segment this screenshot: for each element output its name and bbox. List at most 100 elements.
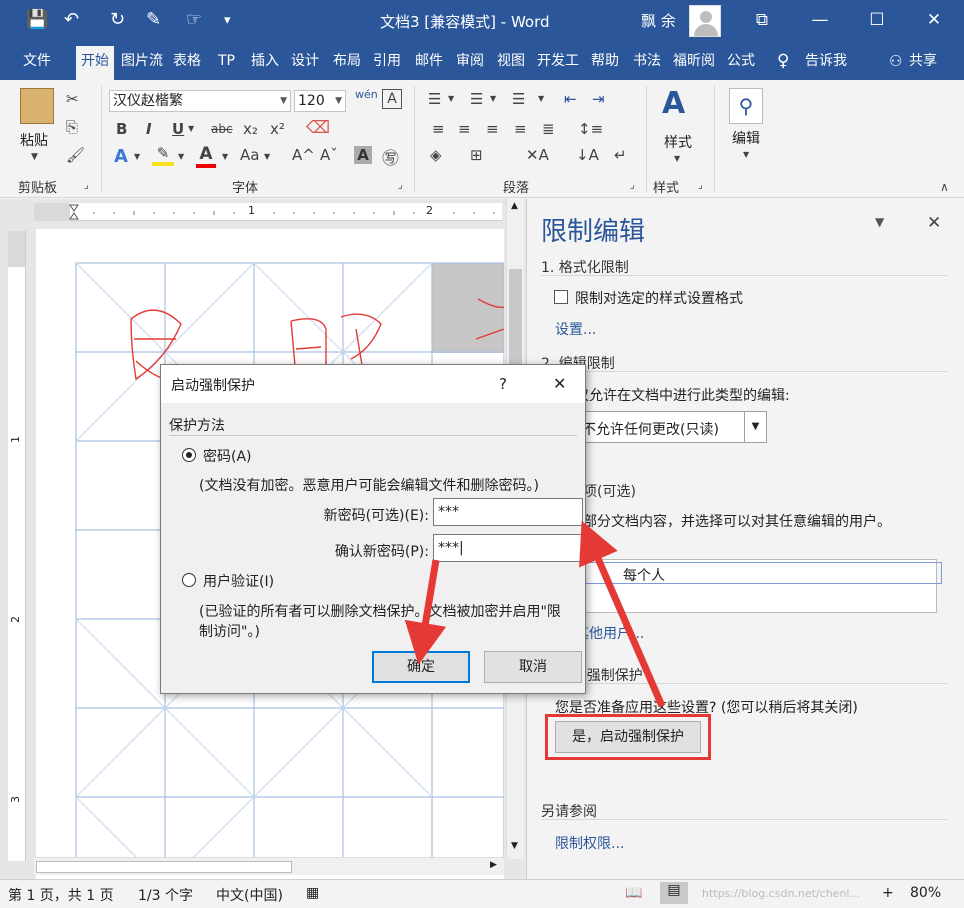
decrease-indent-icon[interactable]: ⇤ [564,90,577,108]
new-password-field[interactable]: *** [433,498,583,526]
tab-home[interactable]: 开始 [76,46,114,80]
vertical-ruler[interactable]: 1 2 3 [8,231,26,861]
ok-button[interactable]: 确定 [372,651,470,683]
tab-mailings[interactable]: 邮件 [410,50,448,80]
edit-type-select[interactable]: 不允许任何更改(只读) ▼ [575,411,767,443]
tab-picture-flow[interactable]: 图片流 [116,50,168,80]
pane-options-icon[interactable]: ▼ [875,215,884,229]
find-icon[interactable]: ⚲ [729,88,763,124]
superscript-button[interactable]: x² [270,120,285,138]
tab-layout[interactable]: 布局 [328,50,366,80]
borders-icon[interactable]: ⊞ [470,146,483,164]
format-restrict-label[interactable]: 限制对选定的样式设置格式 [575,288,743,308]
help-button[interactable]: ? [499,375,507,393]
show-marks-icon[interactable]: ↵ [614,146,627,164]
align-left-icon[interactable]: ≡ [432,120,445,138]
user-auth-radio-label[interactable]: 用户验证(I) [203,571,274,591]
font-launcher-icon[interactable]: ⌟ [398,180,403,191]
cut-icon[interactable]: ✂ [66,90,79,108]
multilevel-dropdown-icon[interactable]: ▼ [538,94,544,103]
line-spacing-icon[interactable]: ↕≡ [578,120,603,138]
format-restrict-checkbox[interactable] [554,290,568,304]
highlight-dropdown-icon[interactable]: ▼ [178,152,184,161]
numbering-dropdown-icon[interactable]: ▼ [490,94,496,103]
confirm-password-field[interactable]: ***| [433,534,583,562]
paste-icon[interactable] [20,88,54,124]
dialog-close-button[interactable]: ✕ [553,374,566,393]
enclose-chars-icon[interactable]: ㊢ [382,144,399,169]
tab-tp[interactable]: TP [213,50,240,80]
avatar[interactable] [689,5,721,37]
clear-formatting-icon[interactable]: ⌫ [306,118,330,138]
distributed-icon[interactable]: ≣ [542,120,555,138]
font-color-icon[interactable]: A [196,144,216,168]
horizontal-scrollbar[interactable]: ▶ [34,857,504,875]
bold-button[interactable]: B [116,120,127,138]
format-painter-qa-icon[interactable]: ✎ [146,9,161,30]
everyone-row[interactable]: 每个人 [582,562,942,584]
scroll-up-icon[interactable]: ▲ [511,201,518,211]
change-case-icon[interactable]: Aa [240,146,259,164]
highlight-icon[interactable]: ✎ [152,144,174,166]
align-center-icon[interactable]: ≡ [458,120,471,138]
tab-equation[interactable]: 公式 [722,50,760,80]
text-effects-icon[interactable]: A [114,146,128,167]
font-size-select[interactable]: 120 ▼ [294,90,346,112]
copy-icon[interactable]: ⎘ [66,118,78,136]
collapse-ribbon-icon[interactable]: ∧ [940,180,949,194]
read-mode-icon[interactable]: 📖 [625,885,642,901]
char-border-icon[interactable]: A [382,89,402,109]
sort-icon[interactable]: ↓A [576,146,599,164]
font-color-dropdown-icon[interactable]: ▼ [222,152,228,161]
tab-view[interactable]: 视图 [492,50,530,80]
shrink-font-icon[interactable]: Aˇ [320,146,338,164]
numbering-icon[interactable]: ☰ [470,90,483,108]
customize-qa-icon[interactable]: ▾ [224,13,231,28]
format-painter-icon[interactable]: 🖌 [66,146,85,164]
tab-foxit[interactable]: 福昕阅 [668,50,720,80]
lightbulb-icon[interactable]: ♀ [772,50,794,80]
justify-icon[interactable]: ≡ [514,120,527,138]
close-button[interactable]: ✕ [922,8,946,32]
editing-dropdown-icon[interactable]: ▼ [743,150,749,159]
paste-button[interactable]: 粘贴 [20,130,48,150]
page-count[interactable]: 第 1 页，共 1 页 [8,885,114,905]
tab-design[interactable]: 设计 [286,50,324,80]
restrict-permission-link[interactable]: 限制权限... [555,833,624,853]
tab-table[interactable]: 表格 [168,50,206,80]
macro-record-icon[interactable]: ▦ [306,885,319,901]
ribbon-display-icon[interactable]: ⧉ [750,8,774,32]
chinese-layout-icon[interactable]: ✕A [526,146,549,164]
pane-close-icon[interactable]: ✕ [927,213,941,233]
horizontal-ruler[interactable]: 1 2 [34,203,502,221]
zoom-in-icon[interactable]: + [882,885,894,901]
multilevel-list-icon[interactable]: ☰ [512,90,525,108]
user-name[interactable]: 飘 余 [641,10,676,31]
zoom-level[interactable]: 80% [910,885,941,901]
language-status[interactable]: 中文(中国) [216,885,283,905]
tab-calligraphy[interactable]: 书法 [628,50,666,80]
word-count[interactable]: 1/3 个字 [138,885,193,905]
redo-icon[interactable]: ↻ [110,9,125,30]
italic-button[interactable]: I [146,120,152,138]
styles-dropdown-icon[interactable]: ▼ [674,154,680,163]
minimize-button[interactable]: — [808,8,832,32]
strikethrough-button[interactable]: abc [211,122,233,136]
font-name-select[interactable]: 汉仪赵楷繁 ▼ [109,90,291,112]
tab-help[interactable]: 帮助 [586,50,624,80]
phonetic-guide-icon[interactable]: wén [355,88,378,101]
clipboard-launcher-icon[interactable]: ⌟ [84,180,89,191]
text-effects-dropdown-icon[interactable]: ▼ [134,152,140,161]
char-shading-icon[interactable]: A [354,146,372,164]
users-list[interactable]: 每个人 [555,559,942,613]
underline-button[interactable]: U [172,120,184,138]
bullets-icon[interactable]: ☰ [428,90,441,108]
maximize-button[interactable]: ☐ [865,8,889,32]
align-right-icon[interactable]: ≡ [486,120,499,138]
cancel-button[interactable]: 取消 [484,651,582,683]
increase-indent-icon[interactable]: ⇥ [592,90,605,108]
print-layout-icon[interactable]: ▤ [660,882,688,904]
change-case-dropdown-icon[interactable]: ▼ [264,152,270,161]
dialog-titlebar[interactable]: 启动强制保护 ? ✕ [161,365,585,403]
settings-link[interactable]: 设置... [555,319,596,339]
